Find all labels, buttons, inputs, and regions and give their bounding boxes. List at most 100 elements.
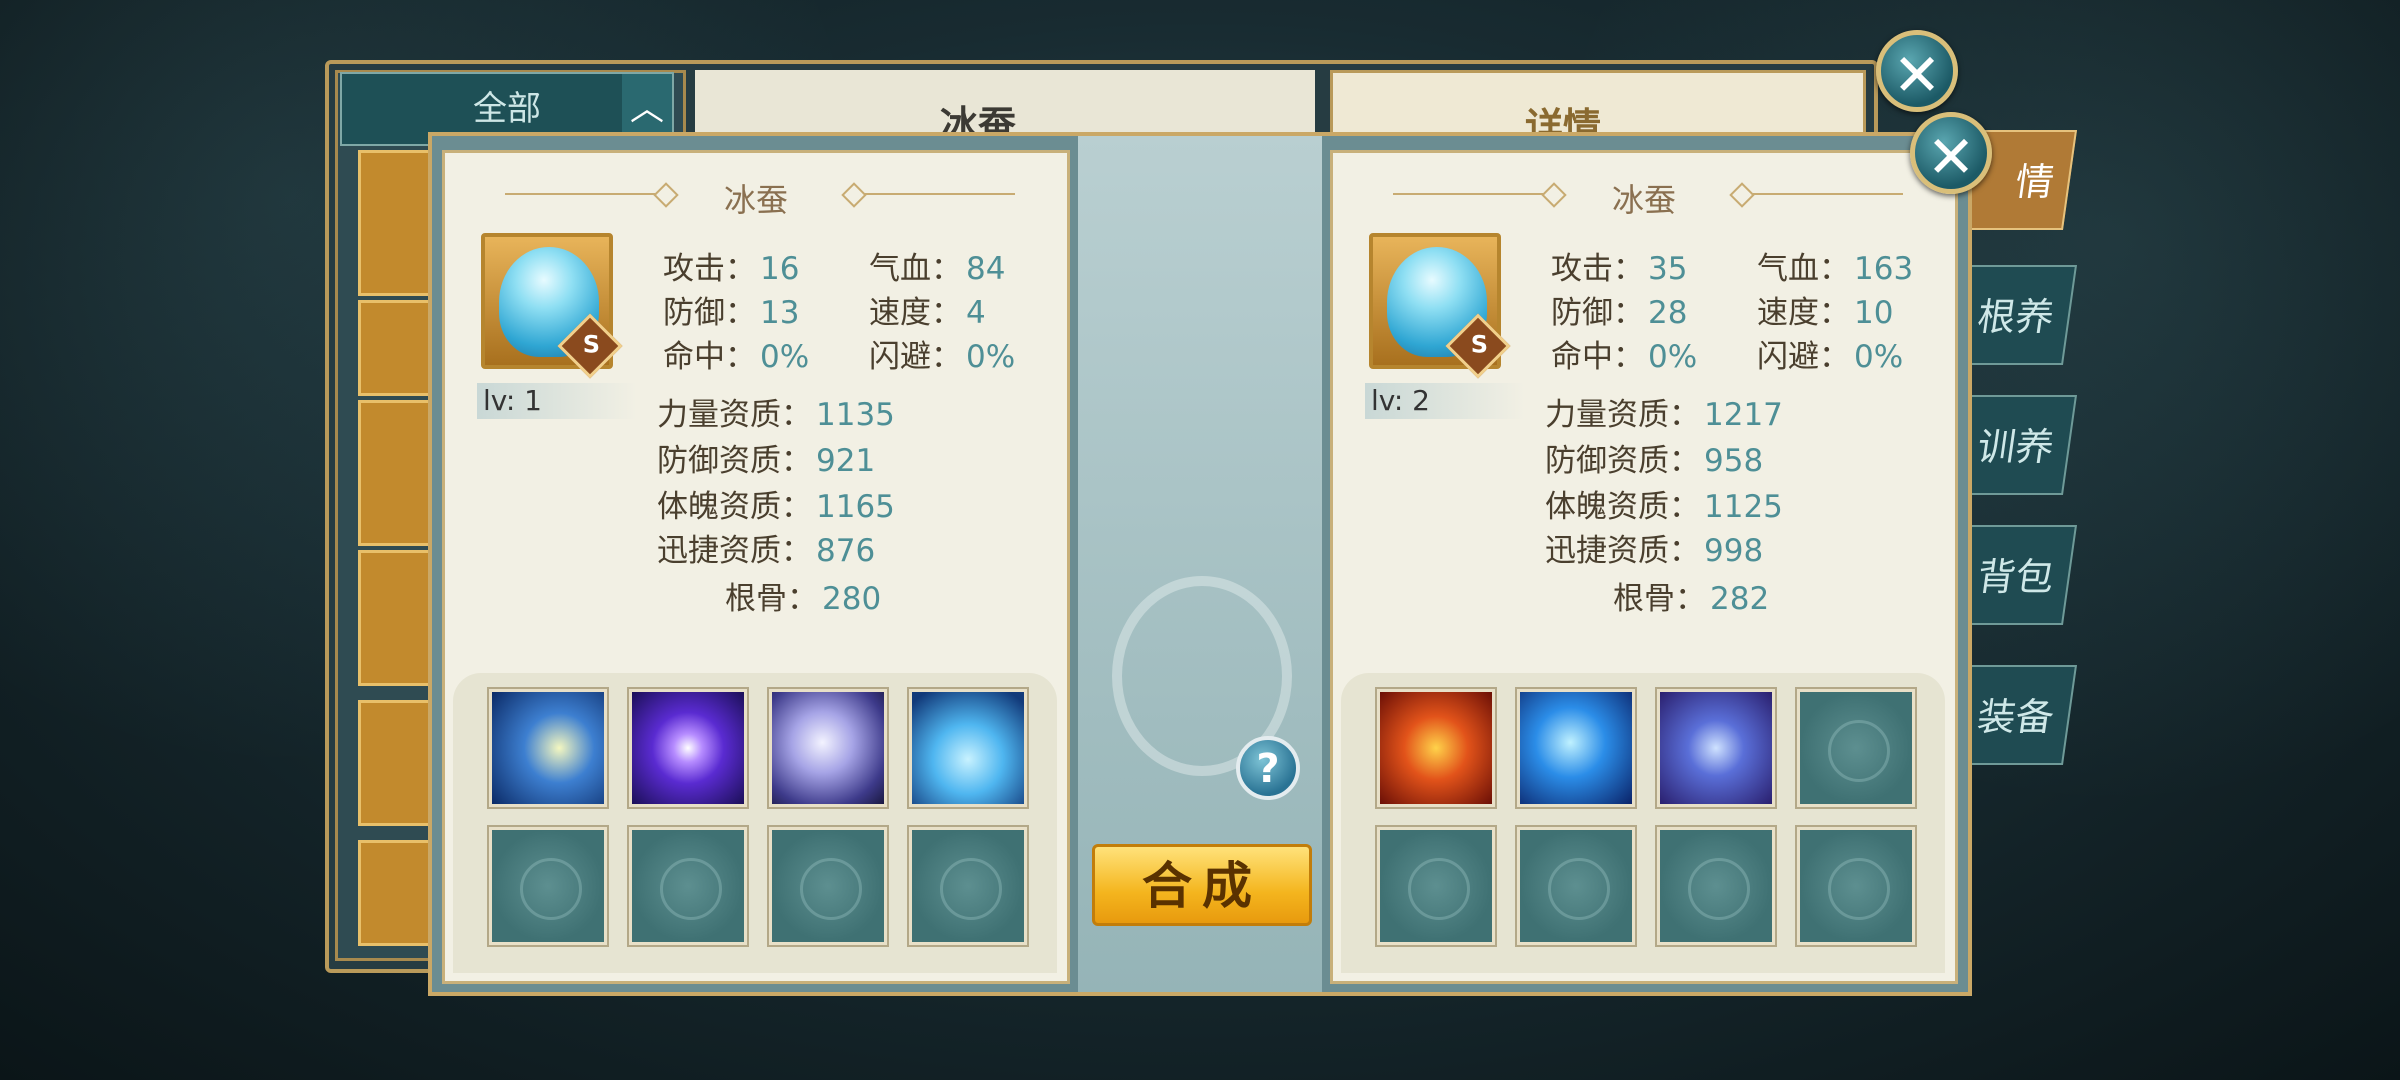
blue-heart-skill-icon[interactable]	[907, 687, 1029, 809]
stat-label: 防御资质：	[1545, 443, 1700, 479]
stat-value: 280	[822, 581, 882, 617]
stat-value: 35	[1648, 251, 1688, 287]
purple-orb-skill-icon[interactable]	[627, 687, 749, 809]
stat-hp: 气血： 84	[869, 251, 1005, 287]
stat-hit: 命中： 0%	[663, 339, 809, 375]
aptitude-defense: 防御资质： 958	[1545, 443, 1763, 479]
stat-hp: 气血： 163	[1757, 251, 1913, 287]
label: S	[1470, 330, 1489, 359]
stat-value: 1165	[816, 489, 895, 525]
stat-value: 1135	[816, 397, 895, 433]
pet-portrait[interactable]: S	[481, 233, 623, 379]
stat-value: 10	[1854, 295, 1894, 331]
label: 装备	[1974, 695, 2057, 739]
stat-value: 282	[1710, 581, 1770, 617]
stat-value: 876	[816, 533, 876, 569]
stat-value: 4	[966, 295, 986, 331]
empty-skill-slot[interactable]	[1515, 825, 1637, 947]
right-pet-card: 冰蚕 S lv: 2 攻击： 35 气血： 163 防御： 28 速度： 10 命中： 0…	[1330, 150, 1958, 984]
stat-defense: 防御： 13	[663, 295, 799, 331]
pet-level: lv: 2	[1365, 383, 1525, 419]
stat-value: 28	[1648, 295, 1688, 331]
stat-value: 0%	[1648, 339, 1698, 375]
aptitude-constitution: 体魄资质： 1125	[1545, 489, 1783, 525]
modal-close-button[interactable]: ✕	[1910, 112, 1992, 194]
stat-value: 958	[1704, 443, 1764, 479]
stat-label: 防御资质：	[657, 443, 812, 479]
aptitude-defense: 防御资质： 921	[657, 443, 875, 479]
stat-label: 气血：	[1757, 251, 1850, 287]
background-close-button[interactable]: ✕	[1876, 30, 1958, 112]
stat-value: 921	[816, 443, 876, 479]
stat-value: 1125	[1704, 489, 1783, 525]
stat-label: 速度：	[869, 295, 962, 331]
stat-label: 迅捷资质：	[1545, 533, 1700, 569]
left-pet-card: 冰蚕 S lv: 1 攻击： 16 气血： 84 防御： 13 速度： 4 命中： 0% …	[442, 150, 1070, 984]
label: 情	[2012, 160, 2057, 204]
stat-label: 根骨：	[1613, 581, 1706, 617]
pet-name: 冰蚕	[1611, 181, 1676, 219]
filter-label: 全部	[473, 89, 541, 129]
stat-label: 速度：	[1757, 295, 1850, 331]
empty-skill-slot[interactable]	[767, 825, 889, 947]
label: 根养	[1974, 295, 2057, 339]
empty-skill-slot[interactable]	[1795, 687, 1917, 809]
merge-button[interactable]: 合成	[1092, 844, 1312, 926]
aptitude-agility: 迅捷资质： 998	[1545, 533, 1763, 569]
stat-speed: 速度： 10	[1757, 295, 1893, 331]
stat-attack: 攻击： 35	[1551, 251, 1687, 287]
aptitude-bone: 根骨： 282	[1613, 581, 1769, 617]
aptitude-strength: 力量资质： 1217	[1545, 397, 1783, 433]
label: S	[582, 330, 601, 359]
stat-value: 0%	[1854, 339, 1904, 375]
skill-grid	[1341, 673, 1945, 973]
stat-value: 998	[1704, 533, 1764, 569]
aptitude-bone: 根骨： 280	[725, 581, 881, 617]
empty-skill-slot[interactable]	[627, 825, 749, 947]
stat-hit: 命中： 0%	[1551, 339, 1697, 375]
aptitude-strength: 力量资质： 1135	[657, 397, 895, 433]
stat-value: 84	[966, 251, 1006, 287]
stat-dodge: 闪避： 0%	[1757, 339, 1903, 375]
label: 训养	[1974, 425, 2057, 469]
aptitude-agility: 迅捷资质： 876	[657, 533, 875, 569]
help-button[interactable]: ?	[1236, 736, 1300, 800]
stat-label: 力量资质：	[1545, 397, 1700, 433]
empty-skill-slot[interactable]	[1655, 825, 1777, 947]
stat-label: 力量资质：	[657, 397, 812, 433]
stat-label: 攻击：	[1551, 251, 1644, 287]
pet-name: 冰蚕	[723, 181, 788, 219]
empty-skill-slot[interactable]	[1795, 825, 1917, 947]
empty-skill-slot[interactable]	[907, 825, 1029, 947]
stat-label: 闪避：	[1757, 339, 1850, 375]
lightning-slash-skill-icon[interactable]	[487, 687, 609, 809]
stat-label: 攻击：	[663, 251, 756, 287]
stat-value: 0%	[760, 339, 810, 375]
stat-label: 体魄资质：	[1545, 489, 1700, 525]
stat-defense: 防御： 28	[1551, 295, 1687, 331]
pet-level: lv: 1	[477, 383, 637, 419]
stat-label: 防御：	[663, 295, 756, 331]
silver-sphere-skill-icon[interactable]	[767, 687, 889, 809]
stat-label: 气血：	[869, 251, 962, 287]
stat-label: 命中：	[1551, 339, 1644, 375]
stat-label: 迅捷资质：	[657, 533, 812, 569]
empty-skill-slot[interactable]	[1375, 825, 1497, 947]
shield-skill-icon[interactable]	[1655, 687, 1777, 809]
blue-beast-skill-icon[interactable]	[1515, 687, 1637, 809]
stat-value: 13	[760, 295, 800, 331]
pet-portrait[interactable]: S	[1369, 233, 1511, 379]
stat-speed: 速度： 4	[869, 295, 986, 331]
stat-value: 16	[760, 251, 800, 287]
stat-dodge: 闪避： 0%	[869, 339, 1015, 375]
stat-label: 防御：	[1551, 295, 1644, 331]
stat-label: 命中：	[663, 339, 756, 375]
stat-value: 163	[1854, 251, 1914, 287]
empty-skill-slot[interactable]	[487, 825, 609, 947]
stat-value: 1217	[1704, 397, 1783, 433]
stat-attack: 攻击： 16	[663, 251, 799, 287]
merge-modal: 冰蚕 S lv: 1 攻击： 16 气血： 84 防御： 13 速度： 4 命中： 0% …	[428, 132, 1972, 996]
stat-label: 根骨：	[725, 581, 818, 617]
fire-orb-skill-icon[interactable]	[1375, 687, 1497, 809]
aptitude-constitution: 体魄资质： 1165	[657, 489, 895, 525]
